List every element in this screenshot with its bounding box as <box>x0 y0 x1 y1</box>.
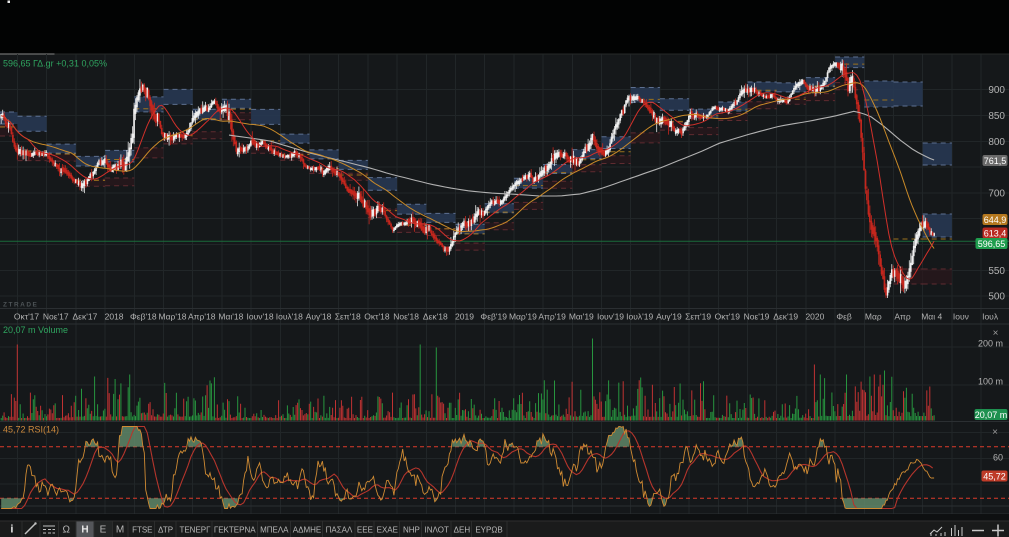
svg-text:761,5: 761,5 <box>984 156 1007 166</box>
svg-text:Η: Η <box>81 525 88 536</box>
svg-text:Ιουλ: Ιουλ <box>982 312 999 322</box>
svg-text:Νοε'18: Νοε'18 <box>393 312 419 322</box>
svg-text:Νοε'17: Νοε'17 <box>43 312 69 322</box>
svg-text:ΑΔΜΗΕ: ΑΔΜΗΕ <box>293 526 321 535</box>
svg-text:700: 700 <box>988 188 1005 199</box>
svg-text:Φεβ'18: Φεβ'18 <box>130 312 157 322</box>
svg-text:Ε: Ε <box>100 525 107 536</box>
svg-text:i: i <box>10 524 13 536</box>
svg-text:45,72: 45,72 <box>983 472 1006 482</box>
svg-text:Μαρ'18: Μαρ'18 <box>159 312 187 322</box>
svg-text:Φεβ: Φεβ <box>836 312 852 322</box>
svg-text:613,4: 613,4 <box>984 229 1007 239</box>
svg-text:ΕΥΡΩΒ: ΕΥΡΩΒ <box>475 526 502 535</box>
svg-text:ΤΕΝΕΡΓ: ΤΕΝΕΡΓ <box>179 526 211 535</box>
svg-text:ΕΕΕ: ΕΕΕ <box>357 526 373 535</box>
svg-text:45,72 RSI(14): 45,72 RSI(14) <box>3 425 59 435</box>
svg-text:ΔΕΗ: ΔΕΗ <box>454 526 471 535</box>
svg-text:500: 500 <box>988 292 1005 303</box>
svg-text:2019: 2019 <box>455 312 474 322</box>
svg-text:2020: 2020 <box>805 312 824 322</box>
svg-text:Νοε'19: Νοε'19 <box>744 312 770 322</box>
svg-text:20,07 m: 20,07 m <box>975 410 1008 420</box>
svg-text:Ιουλ'19: Ιουλ'19 <box>626 312 653 322</box>
svg-text:Δεκ'19: Δεκ'19 <box>773 312 798 322</box>
svg-text:Μαι 4: Μαι 4 <box>921 312 942 322</box>
svg-text:60: 60 <box>993 453 1003 463</box>
svg-text:Φεβ'19: Φεβ'19 <box>480 312 507 322</box>
svg-text:Σεπ'18: Σεπ'18 <box>335 312 361 322</box>
svg-text:ΔΤΡ: ΔΤΡ <box>158 526 173 535</box>
svg-text:ΜΠΕΛΑ: ΜΠΕΛΑ <box>260 526 289 535</box>
svg-text:Αυγ'19: Αυγ'19 <box>656 312 682 322</box>
svg-text:ZTRADE: ZTRADE <box>3 302 38 309</box>
svg-text:Μαρ'19: Μαρ'19 <box>509 312 537 322</box>
svg-text:Δεκ'17: Δεκ'17 <box>73 312 98 322</box>
svg-text:596,65: 596,65 <box>978 239 1006 249</box>
svg-text:ΝΗΡ: ΝΗΡ <box>403 526 420 535</box>
svg-text:Μ: Μ <box>116 525 124 536</box>
svg-text:Οκτ'17: Οκτ'17 <box>14 312 40 322</box>
svg-text:Ιουλ'18: Ιουλ'18 <box>276 312 303 322</box>
svg-text:Ιουν'19: Ιουν'19 <box>597 312 624 322</box>
svg-text:200 m: 200 m <box>978 339 1003 349</box>
svg-text:Οκτ'18: Οκτ'18 <box>364 312 390 322</box>
svg-text:644,9: 644,9 <box>984 215 1007 225</box>
svg-text:Ω: Ω <box>62 525 70 536</box>
svg-text:×: × <box>992 427 998 438</box>
svg-text:800: 800 <box>988 137 1005 148</box>
svg-text:Ιουν: Ιουν <box>953 312 969 322</box>
svg-text:Δεκ'18: Δεκ'18 <box>423 312 448 322</box>
svg-text:Απρ'19: Απρ'19 <box>538 312 566 322</box>
svg-text:FTSE: FTSE <box>132 526 152 535</box>
svg-text:ΠΑΣΑΛ: ΠΑΣΑΛ <box>326 526 353 535</box>
svg-text:Αυγ'18: Αυγ'18 <box>306 312 332 322</box>
svg-text:100 m: 100 m <box>978 376 1003 386</box>
svg-text:Απρ: Απρ <box>894 312 911 322</box>
svg-text:Ιουν'18: Ιουν'18 <box>247 312 274 322</box>
svg-text:596,65 ΓΔ.gr +0,31 0,05%: 596,65 ΓΔ.gr +0,31 0,05% <box>3 59 107 69</box>
svg-text:Σεπ'19: Σεπ'19 <box>685 312 711 322</box>
svg-text:Μαι'19: Μαι'19 <box>569 312 594 322</box>
svg-text:Μαι'18: Μαι'18 <box>218 312 243 322</box>
svg-text:2018: 2018 <box>105 312 124 322</box>
svg-text:550: 550 <box>988 266 1005 277</box>
svg-text:Μαρ: Μαρ <box>865 312 882 322</box>
svg-text:900: 900 <box>988 85 1005 96</box>
svg-text:×: × <box>993 328 999 339</box>
svg-text:ΙΝΛΟΤ: ΙΝΛΟΤ <box>425 526 449 535</box>
svg-text:ΓΕΚΤΕΡΝΑ: ΓΕΚΤΕΡΝΑ <box>214 526 256 535</box>
svg-text:Απρ'18: Απρ'18 <box>188 312 216 322</box>
svg-text:850: 850 <box>988 111 1005 122</box>
svg-text:20,07 m Volume: 20,07 m Volume <box>3 325 68 335</box>
svg-text:Οκτ'19: Οκτ'19 <box>715 312 741 322</box>
svg-text:ΕΧΑΕ: ΕΧΑΕ <box>377 526 398 535</box>
